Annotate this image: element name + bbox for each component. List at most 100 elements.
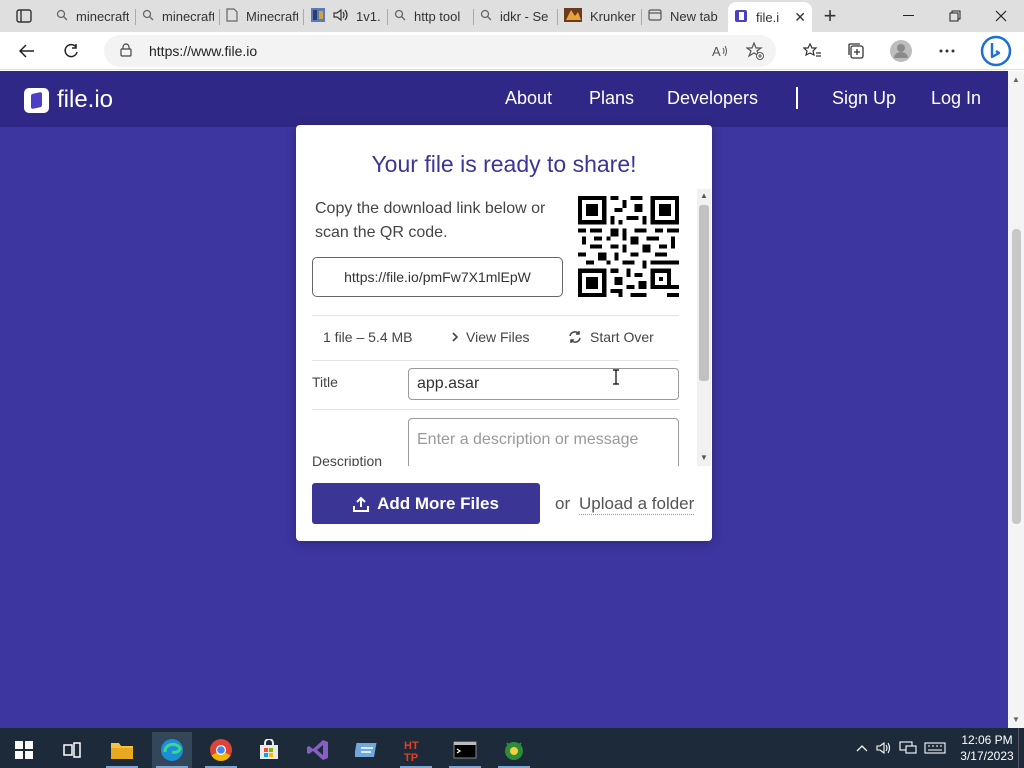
keyboard-icon[interactable] (920, 742, 950, 754)
nav-plans[interactable]: Plans (589, 88, 634, 109)
address-bar[interactable]: https://www.file.io A (104, 35, 776, 67)
upload-folder-link[interactable]: Upload a folder (579, 494, 695, 515)
restore-button[interactable] (932, 0, 978, 32)
tab-actions-button[interactable] (0, 0, 48, 32)
description-textarea[interactable]: Enter a description or message (408, 418, 679, 466)
app-icon (355, 743, 377, 757)
fileio-logo-icon (24, 87, 49, 113)
page-viewport: file.io About Plans Developers Sign Up L… (0, 71, 1008, 728)
browser-tab[interactable]: http tool (388, 2, 474, 30)
visual-studio-button[interactable] (298, 732, 338, 768)
browser-tab[interactable]: Krunker (558, 2, 642, 30)
store-icon (260, 739, 278, 759)
collections-icon (848, 43, 864, 59)
description-label: Description (312, 453, 383, 466)
network-icon[interactable] (896, 741, 920, 755)
profile-button[interactable] (886, 37, 916, 65)
search-icon (56, 9, 68, 24)
browser-tab[interactable]: 1v1. (304, 2, 388, 30)
bing-button[interactable] (978, 34, 1014, 68)
scroll-down-icon[interactable]: ▼ (700, 453, 708, 462)
browser-tab-active[interactable]: file.i ✕ (728, 2, 812, 32)
new-tab-button[interactable]: + (816, 2, 844, 30)
task-view-button[interactable] (52, 732, 92, 768)
folder-icon (111, 743, 133, 759)
browser-tab[interactable]: minecraft (50, 2, 136, 30)
title-input[interactable]: app.asar (408, 368, 679, 400)
nav-about[interactable]: About (505, 88, 552, 109)
download-link-field[interactable]: https://file.io/pmFw7X1mlEpW (312, 257, 563, 297)
add-favorite-icon[interactable] (738, 37, 772, 65)
nav-sign-up[interactable]: Sign Up (832, 88, 896, 109)
settings-menu-button[interactable] (932, 37, 962, 65)
http-toolkit-button[interactable]: HT TP (396, 732, 436, 768)
scroll-up-icon[interactable]: ▲ (700, 191, 708, 200)
browser-tab[interactable]: minecraft (136, 2, 220, 30)
search-icon (394, 9, 406, 24)
minimize-icon (903, 15, 914, 16)
show-desktop-button[interactable] (1018, 728, 1024, 768)
restore-icon (949, 10, 961, 22)
text-cursor-icon (613, 369, 619, 385)
chrome-button[interactable] (201, 732, 241, 768)
krunker-icon (564, 7, 582, 26)
file-explorer-button[interactable] (102, 732, 142, 768)
favorites-button[interactable] (797, 37, 827, 65)
edge-button[interactable] (152, 732, 192, 768)
scroll-down-icon[interactable]: ▼ (1012, 715, 1020, 724)
terminal-button[interactable] (445, 732, 485, 768)
system-tray (852, 728, 950, 768)
browser-tab[interactable]: idkr - Se (474, 2, 558, 30)
url-text[interactable]: https://www.file.io (149, 43, 257, 59)
svg-text:HT: HT (404, 740, 419, 752)
browser-tab[interactable]: Minecraft (220, 2, 304, 30)
site-logo[interactable]: file.io (24, 86, 113, 114)
speaker-icon[interactable] (332, 8, 348, 25)
chevron-up-icon[interactable] (852, 744, 872, 752)
nav-developers[interactable]: Developers (667, 88, 758, 109)
tab-label: file.i (756, 9, 780, 25)
refresh-icon (569, 331, 581, 343)
tab-label: minecraft (76, 8, 130, 24)
logo-text: file.io (57, 86, 114, 113)
visual-studio-icon (307, 740, 328, 760)
browser-tab[interactable]: New tab (642, 2, 728, 30)
add-more-files-button[interactable]: Add More Files (312, 483, 540, 524)
minimize-button[interactable] (886, 0, 932, 32)
view-files-label: View Files (466, 329, 530, 345)
page-scrollbar[interactable]: ▲ ▼ (1008, 71, 1024, 728)
page-scroll-thumb[interactable] (1012, 229, 1021, 524)
close-tab-icon[interactable]: ✕ (788, 9, 806, 26)
tab-label: 1v1. (356, 8, 381, 24)
bing-icon (980, 35, 1012, 67)
game-icon (310, 7, 326, 26)
card-scrollbar[interactable]: ▲ ▼ (697, 189, 711, 466)
svg-text:TP: TP (404, 752, 418, 762)
back-button[interactable] (12, 37, 42, 65)
start-button[interactable] (4, 732, 44, 768)
view-files-button[interactable]: View Files (450, 329, 530, 345)
scroll-up-icon[interactable]: ▲ (1012, 75, 1020, 84)
close-window-button[interactable] (978, 0, 1024, 32)
system-clock[interactable]: 12:06 PM 3/17/2023 (956, 732, 1018, 764)
game-launcher-button[interactable] (494, 732, 534, 768)
file-meta-row: 1 file – 5.4 MB View Files Start Over (312, 315, 679, 361)
refresh-button[interactable] (56, 37, 86, 65)
chevron-right-icon (452, 332, 459, 342)
store-button[interactable] (249, 732, 289, 768)
fileio-icon (734, 9, 748, 26)
browser-tab-strip: minecraft minecraft Minecraft 1v1. http … (0, 0, 1024, 32)
collections-button[interactable] (841, 37, 871, 65)
app-button[interactable] (347, 732, 387, 768)
volume-icon[interactable] (872, 741, 896, 755)
search-icon (480, 9, 492, 24)
start-over-label: Start Over (590, 329, 654, 345)
read-aloud-icon[interactable]: A (704, 37, 738, 65)
start-over-button[interactable]: Start Over (568, 329, 654, 345)
nav-log-in[interactable]: Log In (931, 88, 981, 109)
game-launcher-icon (505, 742, 523, 760)
card-scroll-thumb[interactable] (699, 205, 709, 381)
tab-label: idkr - Se (500, 8, 549, 24)
card-scroll-area[interactable]: Copy the download link below or scan the… (296, 189, 712, 466)
lock-icon[interactable] (120, 43, 132, 60)
